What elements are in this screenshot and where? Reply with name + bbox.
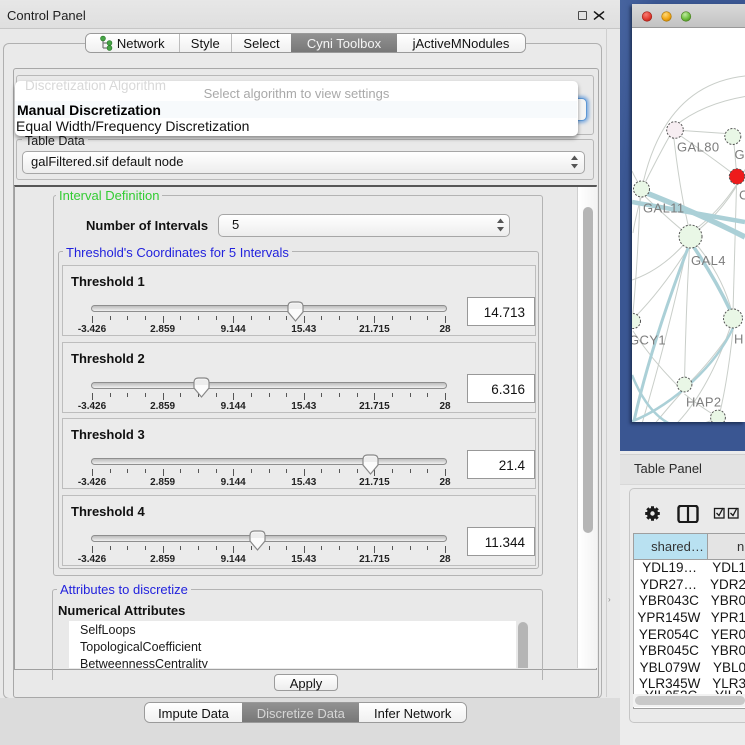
svg-text:HAP2: HAP2	[686, 395, 722, 410]
svg-text:C: C	[739, 188, 745, 203]
svg-text:G.: G.	[735, 147, 745, 162]
svg-text:GCY1: GCY1	[632, 333, 666, 348]
svg-text:GAL4: GAL4	[691, 253, 726, 268]
svg-text:GAL80: GAL80	[677, 140, 719, 155]
svg-text:H: H	[734, 332, 744, 347]
svg-text:GAL11: GAL11	[643, 201, 685, 216]
